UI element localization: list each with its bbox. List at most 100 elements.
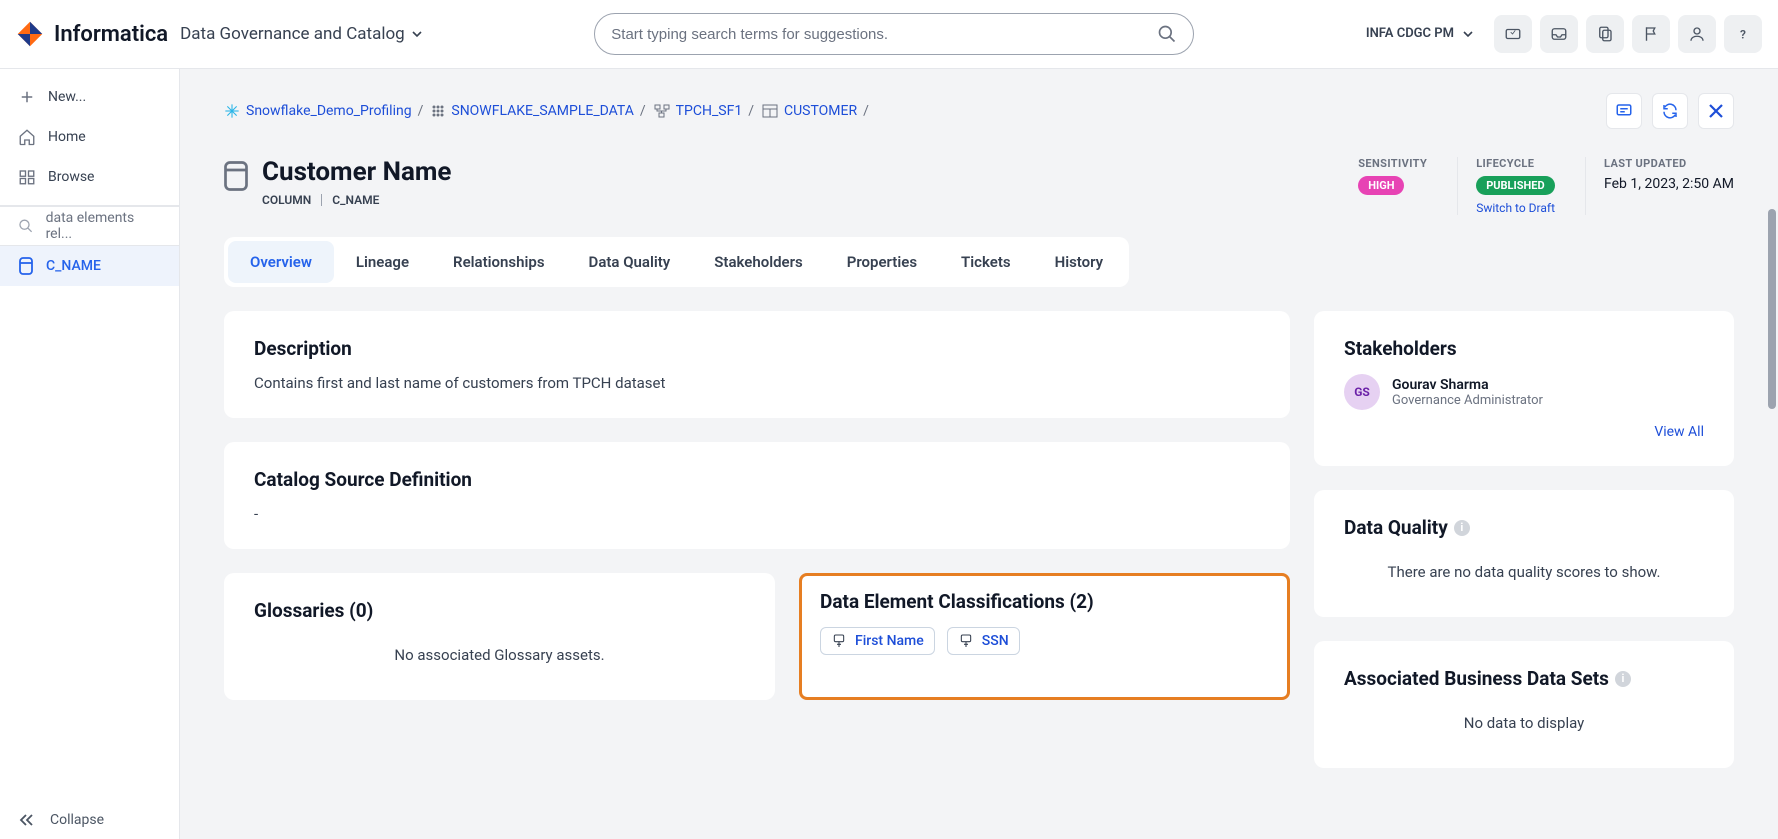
home-icon xyxy=(18,128,36,146)
crumb-schema[interactable]: TPCH_SF1 / xyxy=(654,103,754,119)
assoc-biz-data-sets-card: Associated Business Data Sets i No data … xyxy=(1314,641,1734,768)
crumb-db-label[interactable]: SNOWFLAKE_SAMPLE_DATA xyxy=(451,103,634,119)
header-actions: ? xyxy=(1494,15,1762,53)
crumb-db[interactable]: SNOWFLAKE_SAMPLE_DATA / xyxy=(431,103,645,119)
ticket-icon xyxy=(1504,25,1522,43)
crumb-source-label[interactable]: Snowflake_Demo_Profiling xyxy=(246,103,412,119)
flag-icon-button[interactable] xyxy=(1632,15,1670,53)
description-card: Description Contains first and last name… xyxy=(224,311,1290,418)
flag-icon xyxy=(1642,25,1660,43)
lifecycle-label: LIFECYCLE xyxy=(1476,157,1555,170)
global-search[interactable] xyxy=(594,13,1194,55)
collapse-label: Collapse xyxy=(50,812,104,828)
sidebar-browse-button[interactable]: Browse xyxy=(0,157,179,197)
crumb-table-label[interactable]: CUSTOMER xyxy=(784,103,857,119)
asset-type-label: COLUMN xyxy=(262,193,311,207)
copy-icon-button[interactable] xyxy=(1586,15,1624,53)
glossaries-empty: No associated Glossary assets. xyxy=(254,636,745,674)
tab-stakeholders[interactable]: Stakeholders xyxy=(692,241,824,283)
tab-relationships[interactable]: Relationships xyxy=(431,241,567,283)
sensitivity-badge: HIGH xyxy=(1358,176,1404,195)
classification-icon xyxy=(958,633,974,649)
tab-tickets[interactable]: Tickets xyxy=(939,241,1033,283)
sidebar-new-button[interactable]: New... xyxy=(0,77,179,117)
switch-to-draft-link[interactable]: Switch to Draft xyxy=(1476,201,1555,215)
stakeholder-role: Governance Administrator xyxy=(1392,393,1543,408)
last-updated-label: LAST UPDATED xyxy=(1604,157,1734,170)
plus-icon xyxy=(18,88,36,106)
assoc-biz-data-sets-title: Associated Business Data Sets xyxy=(1344,667,1609,690)
search-input[interactable] xyxy=(611,26,1147,43)
tab-history[interactable]: History xyxy=(1033,241,1126,283)
help-icon-button[interactable]: ? xyxy=(1724,15,1762,53)
stakeholder-name: Gourav Sharma xyxy=(1392,377,1543,393)
description-body: Contains first and last name of customer… xyxy=(254,374,1260,392)
search-wrap xyxy=(435,13,1354,55)
table-icon xyxy=(762,104,778,118)
stakeholder-avatar: GS xyxy=(1344,374,1380,410)
sidebar-collapse-button[interactable]: Collapse xyxy=(0,799,179,839)
grid-icon xyxy=(431,104,445,118)
sidebar-search-row[interactable]: data elements rel... xyxy=(0,206,179,246)
user-icon-button[interactable] xyxy=(1678,15,1716,53)
org-switcher[interactable]: INFA CDGC PM xyxy=(1366,26,1474,42)
tab-overview[interactable]: Overview xyxy=(228,241,334,283)
sensitivity-label: SENSITIVITY xyxy=(1358,157,1427,170)
stakeholders-card: Stakeholders GS Gourav Sharma Governance… xyxy=(1314,311,1734,466)
search-icon xyxy=(18,218,34,234)
refresh-button[interactable] xyxy=(1652,93,1688,129)
classification-chip-ssn[interactable]: SSN xyxy=(947,627,1020,655)
comments-button[interactable] xyxy=(1606,93,1642,129)
inbox-icon-button[interactable] xyxy=(1540,15,1578,53)
sidebar-active-item[interactable]: C_NAME xyxy=(0,246,179,286)
stakeholders-card-title: Stakeholders xyxy=(1344,337,1704,360)
sensitivity-block: SENSITIVITY HIGH xyxy=(1358,157,1427,215)
classification-chip-first-name-label: First Name xyxy=(855,633,924,649)
last-updated-block: LAST UPDATED Feb 1, 2023, 2:50 AM xyxy=(1585,157,1734,215)
classification-chip-ssn-label: SSN xyxy=(982,633,1009,649)
crumb-table[interactable]: CUSTOMER / xyxy=(762,103,869,119)
product-name-label: Data Governance and Catalog xyxy=(180,24,405,44)
comment-icon xyxy=(1615,102,1633,120)
org-name: INFA CDGC PM xyxy=(1366,26,1454,42)
info-icon[interactable]: i xyxy=(1615,671,1631,687)
help-icon: ? xyxy=(1734,25,1752,43)
ticket-icon-button[interactable] xyxy=(1494,15,1532,53)
svg-text:?: ? xyxy=(1740,28,1746,42)
classification-chip-first-name[interactable]: First Name xyxy=(820,627,935,655)
classifications-highlight: Data Element Classifications (2) First N… xyxy=(799,573,1290,700)
chevron-down-icon xyxy=(411,28,423,40)
left-sidebar: New... Home Browse data elements rel... … xyxy=(0,69,180,839)
glossaries-card: Glossaries (0) No associated Glossary as… xyxy=(224,573,775,700)
close-icon xyxy=(1708,103,1724,119)
catalog-source-card: Catalog Source Definition - xyxy=(224,442,1290,549)
tab-properties[interactable]: Properties xyxy=(825,241,939,283)
crumb-source[interactable]: Snowflake_Demo_Profiling / xyxy=(224,103,423,119)
view-all-stakeholders-link[interactable]: View All xyxy=(1344,424,1704,440)
tab-lineage[interactable]: Lineage xyxy=(334,241,431,283)
refresh-icon xyxy=(1661,102,1679,120)
sidebar-browse-label: Browse xyxy=(48,169,94,185)
classification-icon xyxy=(831,633,847,649)
product-switcher[interactable]: Data Governance and Catalog xyxy=(180,24,423,44)
top-header: Informatica Data Governance and Catalog … xyxy=(0,0,1778,69)
main-content: Snowflake_Demo_Profiling / SNOWFLAKE_SAM… xyxy=(180,69,1778,839)
crumb-schema-label[interactable]: TPCH_SF1 xyxy=(676,103,743,119)
column-icon xyxy=(18,256,34,276)
sidebar-home-button[interactable]: Home xyxy=(0,117,179,157)
scrollbar[interactable] xyxy=(1768,209,1776,409)
asset-code-label: C_NAME xyxy=(332,193,379,207)
sidebar-new-label: New... xyxy=(48,89,86,105)
lifecycle-block: LIFECYCLE PUBLISHED Switch to Draft xyxy=(1457,157,1555,215)
info-icon[interactable]: i xyxy=(1454,520,1470,536)
page-actions xyxy=(1606,93,1734,129)
close-button[interactable] xyxy=(1698,93,1734,129)
last-updated-value: Feb 1, 2023, 2:50 AM xyxy=(1604,176,1734,192)
catalog-source-title: Catalog Source Definition xyxy=(254,468,1260,491)
sidebar-home-label: Home xyxy=(48,129,86,145)
data-quality-card: Data Quality i There are no data quality… xyxy=(1314,490,1734,617)
inbox-icon xyxy=(1550,25,1568,43)
schema-icon xyxy=(654,104,670,118)
tab-data-quality[interactable]: Data Quality xyxy=(567,241,693,283)
user-icon xyxy=(1688,25,1706,43)
